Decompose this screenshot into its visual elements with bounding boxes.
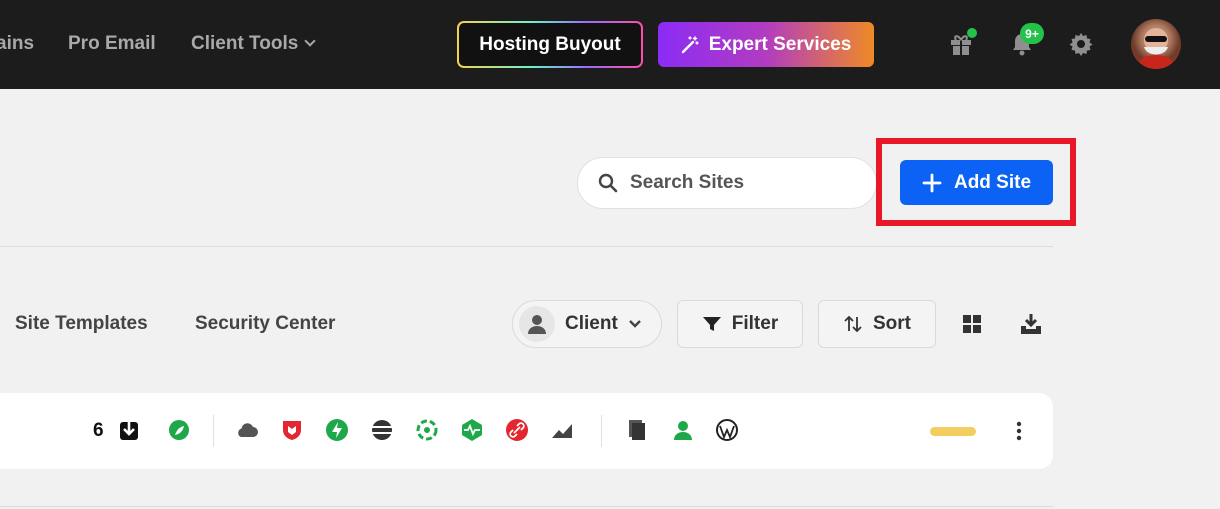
wordpress-icon[interactable] — [715, 418, 739, 442]
chart-icon[interactable] — [550, 418, 574, 442]
nav-client-tools[interactable]: Client Tools — [191, 33, 316, 55]
filter-icon — [702, 317, 721, 331]
nav-pro-email[interactable]: Pro Email — [68, 33, 156, 55]
sort-label: Sort — [873, 313, 911, 334]
search-sites-box[interactable] — [577, 157, 877, 209]
cloud-icon[interactable] — [235, 418, 259, 442]
filter-button[interactable]: Filter — [677, 300, 803, 348]
site-row[interactable]: 6 — [0, 393, 1053, 469]
tab-site-templates[interactable]: Site Templates — [15, 313, 148, 335]
notification-count-badge: 9+ — [1020, 23, 1044, 44]
top-navbar: ains Pro Email Client Tools Hosting Buyo… — [0, 0, 1220, 89]
leaf-icon[interactable] — [167, 418, 191, 442]
client-label: Client — [565, 313, 618, 334]
chevron-down-icon — [628, 320, 641, 328]
database-icon[interactable] — [370, 418, 394, 442]
filter-label: Filter — [731, 313, 779, 334]
status-indicator-bar — [930, 427, 976, 436]
header-divider — [0, 246, 1053, 247]
user-silhouette-icon — [528, 315, 546, 334]
user-icon[interactable] — [671, 418, 695, 442]
search-sites-input[interactable] — [630, 172, 850, 194]
pulse-icon[interactable] — [460, 418, 484, 442]
client-avatar — [519, 306, 555, 342]
backup-count: 6 — [93, 420, 104, 441]
export-download-icon[interactable] — [1019, 312, 1043, 336]
shield-icon[interactable] — [280, 418, 304, 442]
grid-view-icon[interactable] — [960, 312, 984, 336]
hosting-buyout-button[interactable]: Hosting Buyout — [457, 21, 643, 68]
expert-services-label: Expert Services — [708, 33, 852, 55]
nav-client-tools-label: Client Tools — [191, 33, 299, 54]
more-options-icon[interactable] — [1011, 419, 1027, 443]
tab-security-center[interactable]: Security Center — [195, 313, 335, 335]
avatar-face-icon — [1136, 28, 1176, 69]
expert-services-button[interactable]: Expert Services — [658, 22, 874, 67]
row-divider — [213, 415, 214, 447]
gear-icon[interactable] — [1068, 31, 1094, 57]
nav-domains[interactable]: ains — [0, 33, 34, 55]
atom-icon[interactable] — [415, 418, 439, 442]
bolt-icon[interactable] — [325, 418, 349, 442]
hosting-buyout-label: Hosting Buyout — [459, 23, 641, 66]
row-divider — [601, 415, 602, 447]
plus-icon — [922, 173, 942, 192]
link-icon[interactable] — [505, 418, 529, 442]
add-site-button[interactable]: Add Site — [900, 160, 1053, 205]
add-site-label: Add Site — [953, 171, 1032, 193]
user-avatar[interactable] — [1131, 19, 1181, 69]
chevron-down-icon — [304, 35, 316, 47]
download-icon[interactable] — [117, 418, 141, 442]
sort-button[interactable]: Sort — [818, 300, 936, 348]
pages-icon[interactable] — [625, 418, 649, 442]
sort-arrows-icon — [844, 315, 862, 333]
client-dropdown[interactable]: Client — [512, 300, 662, 348]
gift-badge-dot — [967, 28, 977, 38]
list-divider — [0, 506, 1053, 507]
search-icon — [598, 173, 618, 193]
magic-wand-icon — [681, 35, 699, 53]
